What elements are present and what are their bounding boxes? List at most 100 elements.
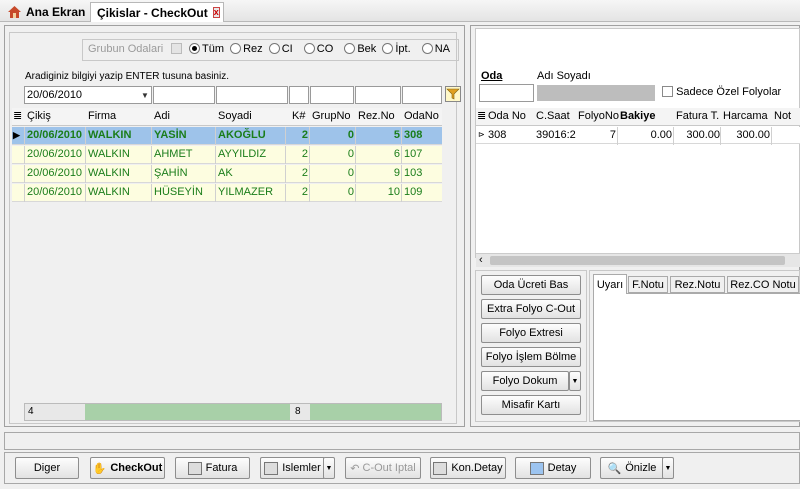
col-cikis[interactable]: Çikiş — [27, 110, 51, 122]
col-sep — [151, 184, 152, 202]
radio-na[interactable]: NA — [421, 43, 450, 55]
oda-ucreti-button[interactable]: Oda Ücreti Bas — [481, 275, 581, 295]
col-oda-no[interactable]: Oda No — [488, 110, 526, 122]
fatura-button[interactable]: Fatura — [175, 457, 250, 479]
checkout-button[interactable]: ✋ CheckOut — [90, 457, 165, 479]
islemler-dropdown[interactable]: ▼ — [323, 457, 335, 479]
radio-label: CI — [281, 43, 293, 55]
kon-detay-button[interactable]: Kon.Detay — [430, 457, 506, 479]
col-bakiye[interactable]: Bakiye — [620, 110, 655, 122]
note-tab-uyari[interactable]: Uyarı — [593, 274, 627, 294]
col-grupno[interactable]: GrupNo — [312, 110, 351, 122]
cell-odano: 109 — [404, 186, 423, 198]
col-sep — [85, 165, 86, 183]
scroll-thumb[interactable] — [490, 256, 785, 265]
col-adi[interactable]: Adi — [154, 110, 170, 122]
notes-content[interactable] — [593, 293, 800, 421]
button-label: Folyo Dokum — [492, 375, 558, 387]
oda-input[interactable] — [479, 84, 534, 102]
ozel-folyo-checkbox[interactable]: Sadece Özel Folyolar — [662, 86, 781, 98]
cout-iptal-button[interactable]: ↶ C-Out Iptal — [345, 457, 421, 479]
note-tab-reznotu[interactable]: Rez.Notu — [670, 276, 725, 293]
radio-bek[interactable]: Bek — [344, 43, 376, 55]
diger-button[interactable]: Diger — [15, 457, 79, 479]
document-icon — [433, 461, 448, 475]
rezno-filter-input[interactable] — [355, 86, 401, 104]
table-row[interactable]: ▶ 20/06/2010 WALKIN YASİN AKOĞLU 2 0 5 308 — [12, 127, 442, 145]
col-firma[interactable]: Firma — [88, 110, 116, 122]
notes-panel: Uyarı F.Notu Rez.Notu Rez.CO Notu — [589, 270, 800, 422]
date-filter-value: 20/06/2010 — [27, 89, 83, 101]
button-label: Islemler — [282, 462, 321, 474]
group-checkbox[interactable] — [171, 43, 182, 54]
radio-ci[interactable]: CI — [268, 43, 293, 55]
misafir-karti-button[interactable]: Misafir Kartı — [481, 395, 581, 415]
col-k[interactable]: K# — [292, 110, 305, 122]
radio-co[interactable]: CO — [303, 43, 333, 55]
folyo-hscrollbar[interactable]: ‹ — [476, 253, 800, 267]
col-sep — [401, 165, 402, 183]
radio-rez[interactable]: Rez — [230, 43, 263, 55]
table-row[interactable]: 20/06/2010 WALKIN ŞAHİN AK 2 0 9 103 — [12, 165, 442, 183]
folyo-bolme-button[interactable]: Folyo İşlem Bölme — [481, 347, 581, 367]
radio-tum[interactable]: Tüm — [189, 43, 224, 55]
button-label: Diger — [33, 462, 61, 474]
folyo-row[interactable]: ⊳ 308 39016:2 7 0.00 300.00 300.00 — [476, 127, 800, 145]
search-hint: Aradiginiz bilgiyi yazip ENTER tusuna ba… — [25, 71, 229, 82]
odano-filter-input[interactable] — [402, 86, 442, 104]
col-fatura[interactable]: Fatura T. — [676, 110, 719, 122]
button-label: Oda Ücreti Bas — [493, 279, 569, 291]
col-not[interactable]: Not — [774, 110, 791, 122]
calculator-icon — [264, 461, 279, 475]
col-sep — [285, 146, 286, 164]
chevron-down-icon: ▼ — [571, 377, 579, 385]
tab-home[interactable]: Ana Ekran — [2, 2, 89, 22]
col-sep — [151, 165, 152, 183]
scroll-left-icon[interactable]: ‹ — [479, 254, 483, 266]
folyo-dokum-button[interactable]: Folyo Dokum — [481, 371, 569, 391]
cell-firma: WALKIN — [88, 129, 132, 141]
col-sep — [355, 184, 356, 202]
col-folyono[interactable]: FolyoNo — [578, 110, 619, 122]
grupno-filter-input[interactable] — [310, 86, 354, 104]
note-tab-rezconotu[interactable]: Rez.CO Notu — [727, 276, 799, 293]
col-odano[interactable]: OdaNo — [404, 110, 439, 122]
table-row[interactable]: 20/06/2010 WALKIN AHMET AYYILDIZ 2 0 6 107 — [12, 146, 442, 164]
chevron-down-icon[interactable]: ▼ — [141, 91, 151, 100]
note-tab-fnotu[interactable]: F.Notu — [628, 276, 668, 293]
onizle-button[interactable]: 🔍 Önizle — [600, 457, 663, 479]
row-pointer-icon: ⊳ — [478, 130, 485, 139]
col-rezno[interactable]: Rez.No — [358, 110, 395, 122]
detay-button[interactable]: Detay — [515, 457, 591, 479]
grid-menu-icon[interactable]: ≣ — [13, 109, 22, 122]
extra-folyo-button[interactable]: Extra Folyo C-Out — [481, 299, 581, 319]
radio-dot — [189, 43, 200, 54]
folyo-grid-header: ≣ Oda No C.Saat FolyoNo Bakiye Fatura T.… — [476, 108, 800, 126]
adi-filter-input[interactable] — [216, 86, 288, 104]
date-filter-combo[interactable]: 20/06/2010 ▼ — [24, 86, 152, 104]
col-harcama[interactable]: Harcama — [723, 110, 768, 122]
col-sep — [309, 165, 310, 183]
ozel-folyo-label: Sadece Özel Folyolar — [676, 86, 782, 98]
col-csaat[interactable]: C.Saat — [536, 110, 570, 122]
col-sep — [24, 127, 25, 145]
col-soyadi[interactable]: Soyadi — [218, 110, 252, 122]
button-label: Önizle — [625, 462, 657, 474]
note-tab-label: Uyarı — [596, 278, 624, 291]
filter-icon[interactable] — [445, 86, 461, 102]
firma-filter-input[interactable] — [153, 86, 215, 104]
onizle-dropdown[interactable]: ▼ — [662, 457, 674, 479]
cell-grupno: 0 — [347, 148, 354, 160]
footer-k: 8 — [295, 406, 301, 417]
folyo-grid-menu-icon[interactable]: ≣ — [477, 109, 486, 122]
cell-grupno: 0 — [347, 129, 354, 141]
k-filter-input[interactable] — [289, 86, 309, 104]
folyo-extresi-button[interactable]: Folyo Extresi — [481, 323, 581, 343]
islemler-button[interactable]: Islemler — [260, 457, 324, 479]
close-icon[interactable]: x — [212, 7, 220, 18]
footer-count-cell: 4 — [25, 404, 85, 420]
folyo-dokum-dropdown[interactable]: ▼ — [569, 371, 581, 391]
table-row[interactable]: 20/06/2010 WALKIN HÜSEYİN YILMAZER 2 0 10 109 — [12, 184, 442, 202]
radio-ipt[interactable]: İpt. — [382, 43, 411, 55]
tab-checkout[interactable]: Çikislar - CheckOut x — [90, 2, 224, 22]
